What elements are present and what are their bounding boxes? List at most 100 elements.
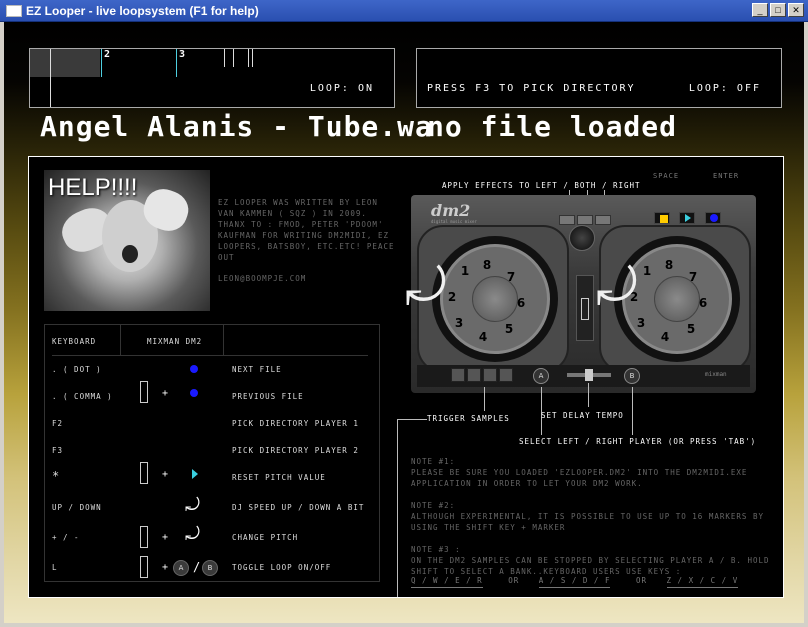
plus-sign: +	[162, 532, 169, 543]
right-curved-arrow-icon: ⤾	[596, 257, 638, 315]
dm2-logo-subtitle: digital music mixer	[431, 219, 477, 224]
blue-dot-icon	[190, 365, 198, 373]
trigger-pad	[483, 368, 497, 382]
dm2-controller: dm2 digital music mixer 1 2 3 4 5 6 7 8	[411, 195, 756, 393]
wheel-number: 1	[642, 264, 652, 278]
effect-both-button	[577, 215, 593, 225]
maximize-button[interactable]: □	[770, 3, 786, 17]
help-panel: HELP!!!! EZ LOOPER WAS WRITTEN BY LEON V…	[28, 156, 784, 598]
fader-icon	[140, 556, 148, 578]
curved-arrow-icon: ⤾	[185, 524, 200, 545]
mixman-logo: mixman	[705, 371, 727, 378]
waveform-marker-line	[233, 49, 234, 67]
window-frame-right	[804, 22, 808, 627]
note-1-title: NOTE #1:	[411, 457, 456, 466]
connector-line	[397, 419, 398, 597]
trigger-pad	[451, 368, 465, 382]
b-button-icon: B	[202, 560, 218, 576]
key-label: *	[52, 469, 61, 483]
action-label: RESET PITCH VALUE	[232, 473, 326, 482]
stop-icon	[660, 215, 668, 223]
help-photo: HELP!!!!	[44, 170, 210, 311]
waveform-marker-line	[50, 49, 51, 107]
action-label: PICK DIRECTORY PLAYER 2	[232, 446, 359, 455]
space-pad	[654, 212, 670, 224]
set-delay-tempo-label: SET DELAY TEMPO	[541, 411, 624, 420]
mixman-column-header: MIXMAN DM2	[147, 337, 203, 346]
left-wheel: 1 2 3 4 5 6 7 8	[432, 236, 558, 362]
waveform-marker-line	[252, 49, 253, 67]
help-caption: HELP!!!!	[48, 174, 138, 201]
loop-status-left: LOOP: ON	[309, 83, 374, 94]
bank-keys-set-2: A / S / D / F	[538, 576, 611, 588]
connector-line	[484, 387, 485, 411]
pick-directory-prompt: PRESS F3 TO PICK DIRECTORY	[427, 83, 636, 94]
tempo-fader	[567, 369, 611, 381]
window-frame-bottom	[0, 623, 808, 627]
app-icon	[6, 4, 22, 17]
column-divider	[120, 325, 121, 355]
b-button: B	[624, 368, 640, 384]
fader-icon	[140, 381, 148, 403]
photo-mouth	[122, 245, 138, 263]
header-divider	[52, 355, 368, 356]
waveform-marker-line	[224, 49, 225, 67]
bank-keys-set-3: Z / X / C / V	[666, 576, 739, 588]
wheel-number: 6	[516, 296, 526, 310]
fader-icon	[140, 526, 148, 548]
plus-sign: +	[162, 469, 169, 480]
player-left-waveform[interactable]: 2 3 LOOP: ON	[29, 48, 395, 108]
a-button-icon: A	[173, 560, 189, 576]
plus-sign: +	[162, 388, 169, 399]
bank-keys-row: Q / W / E / R OR A / S / D / F OR Z / X …	[411, 576, 739, 588]
play-icon	[192, 469, 198, 479]
wheel-number: 3	[636, 316, 646, 330]
trigger-pad	[499, 368, 513, 382]
controller-bottom-strip: A B mixman	[417, 365, 750, 387]
key-label: . ( DOT )	[52, 365, 102, 374]
column-divider	[223, 325, 224, 355]
effect-left-button	[559, 215, 575, 225]
plus-sign: +	[162, 562, 169, 573]
key-label: + / -	[52, 533, 80, 542]
wheel-number: 2	[447, 290, 457, 304]
window-controls: _ □ ✕	[752, 3, 804, 17]
crossfader-cap	[581, 298, 589, 320]
connector-line	[397, 419, 427, 420]
minimize-button[interactable]: _	[752, 3, 768, 17]
trigger-pad	[467, 368, 481, 382]
keyboard-column-header: KEYBOARD	[52, 337, 97, 346]
action-label: TOGGLE LOOP ON/OFF	[232, 563, 332, 572]
author-email: LEON@BOOMPJE.COM	[218, 274, 307, 283]
dm2-logo: dm2	[431, 201, 471, 220]
window-title: EZ Looper - live loopsystem (F1 for help…	[26, 3, 259, 18]
action-label: NEXT FILE	[232, 365, 282, 374]
record-pad	[705, 212, 721, 224]
note-3-text: ON THE DM2 SAMPLES CAN BE STOPPED BY SEL…	[411, 556, 770, 576]
waveform-marker-line	[248, 49, 249, 67]
close-button[interactable]: ✕	[788, 3, 804, 17]
wheel-number: 8	[482, 258, 492, 272]
key-label: F2	[52, 419, 64, 428]
title-bar[interactable]: EZ Looper - live loopsystem (F1 for help…	[0, 0, 808, 22]
apply-effects-label: APPLY EFFECTS TO LEFT / BOTH / RIGHT	[442, 181, 641, 190]
play-icon	[685, 214, 691, 222]
marker-line	[176, 49, 177, 77]
note-2-text: ALTHOUGH EXPERIMENTAL, IT IS POSSIBLE TO…	[411, 512, 764, 532]
a-button: A	[533, 368, 549, 384]
action-label: PREVIOUS FILE	[232, 392, 304, 401]
fader-icon	[140, 462, 148, 484]
select-player-label: SELECT LEFT / RIGHT PLAYER (OR PRESS 'TA…	[519, 437, 757, 446]
wheel-number: 4	[660, 330, 670, 344]
playhead-line	[101, 49, 102, 77]
notes-section: NOTE #1: PLEASE BE SURE YOU LOADED 'EZLO…	[411, 456, 771, 577]
trigger-samples-label: TRIGGER SAMPLES	[427, 414, 510, 423]
tempo-fader-cap	[585, 369, 593, 381]
wheel-number: 6	[698, 296, 708, 310]
curved-arrow-icon: ⤾	[185, 495, 200, 516]
effect-right-button	[595, 215, 611, 225]
wheel-number: 7	[506, 270, 516, 284]
slash-separator: /	[193, 560, 201, 574]
enter-label: ENTER	[713, 172, 740, 180]
player-right-waveform[interactable]: PRESS F3 TO PICK DIRECTORY LOOP: OFF	[416, 48, 782, 108]
